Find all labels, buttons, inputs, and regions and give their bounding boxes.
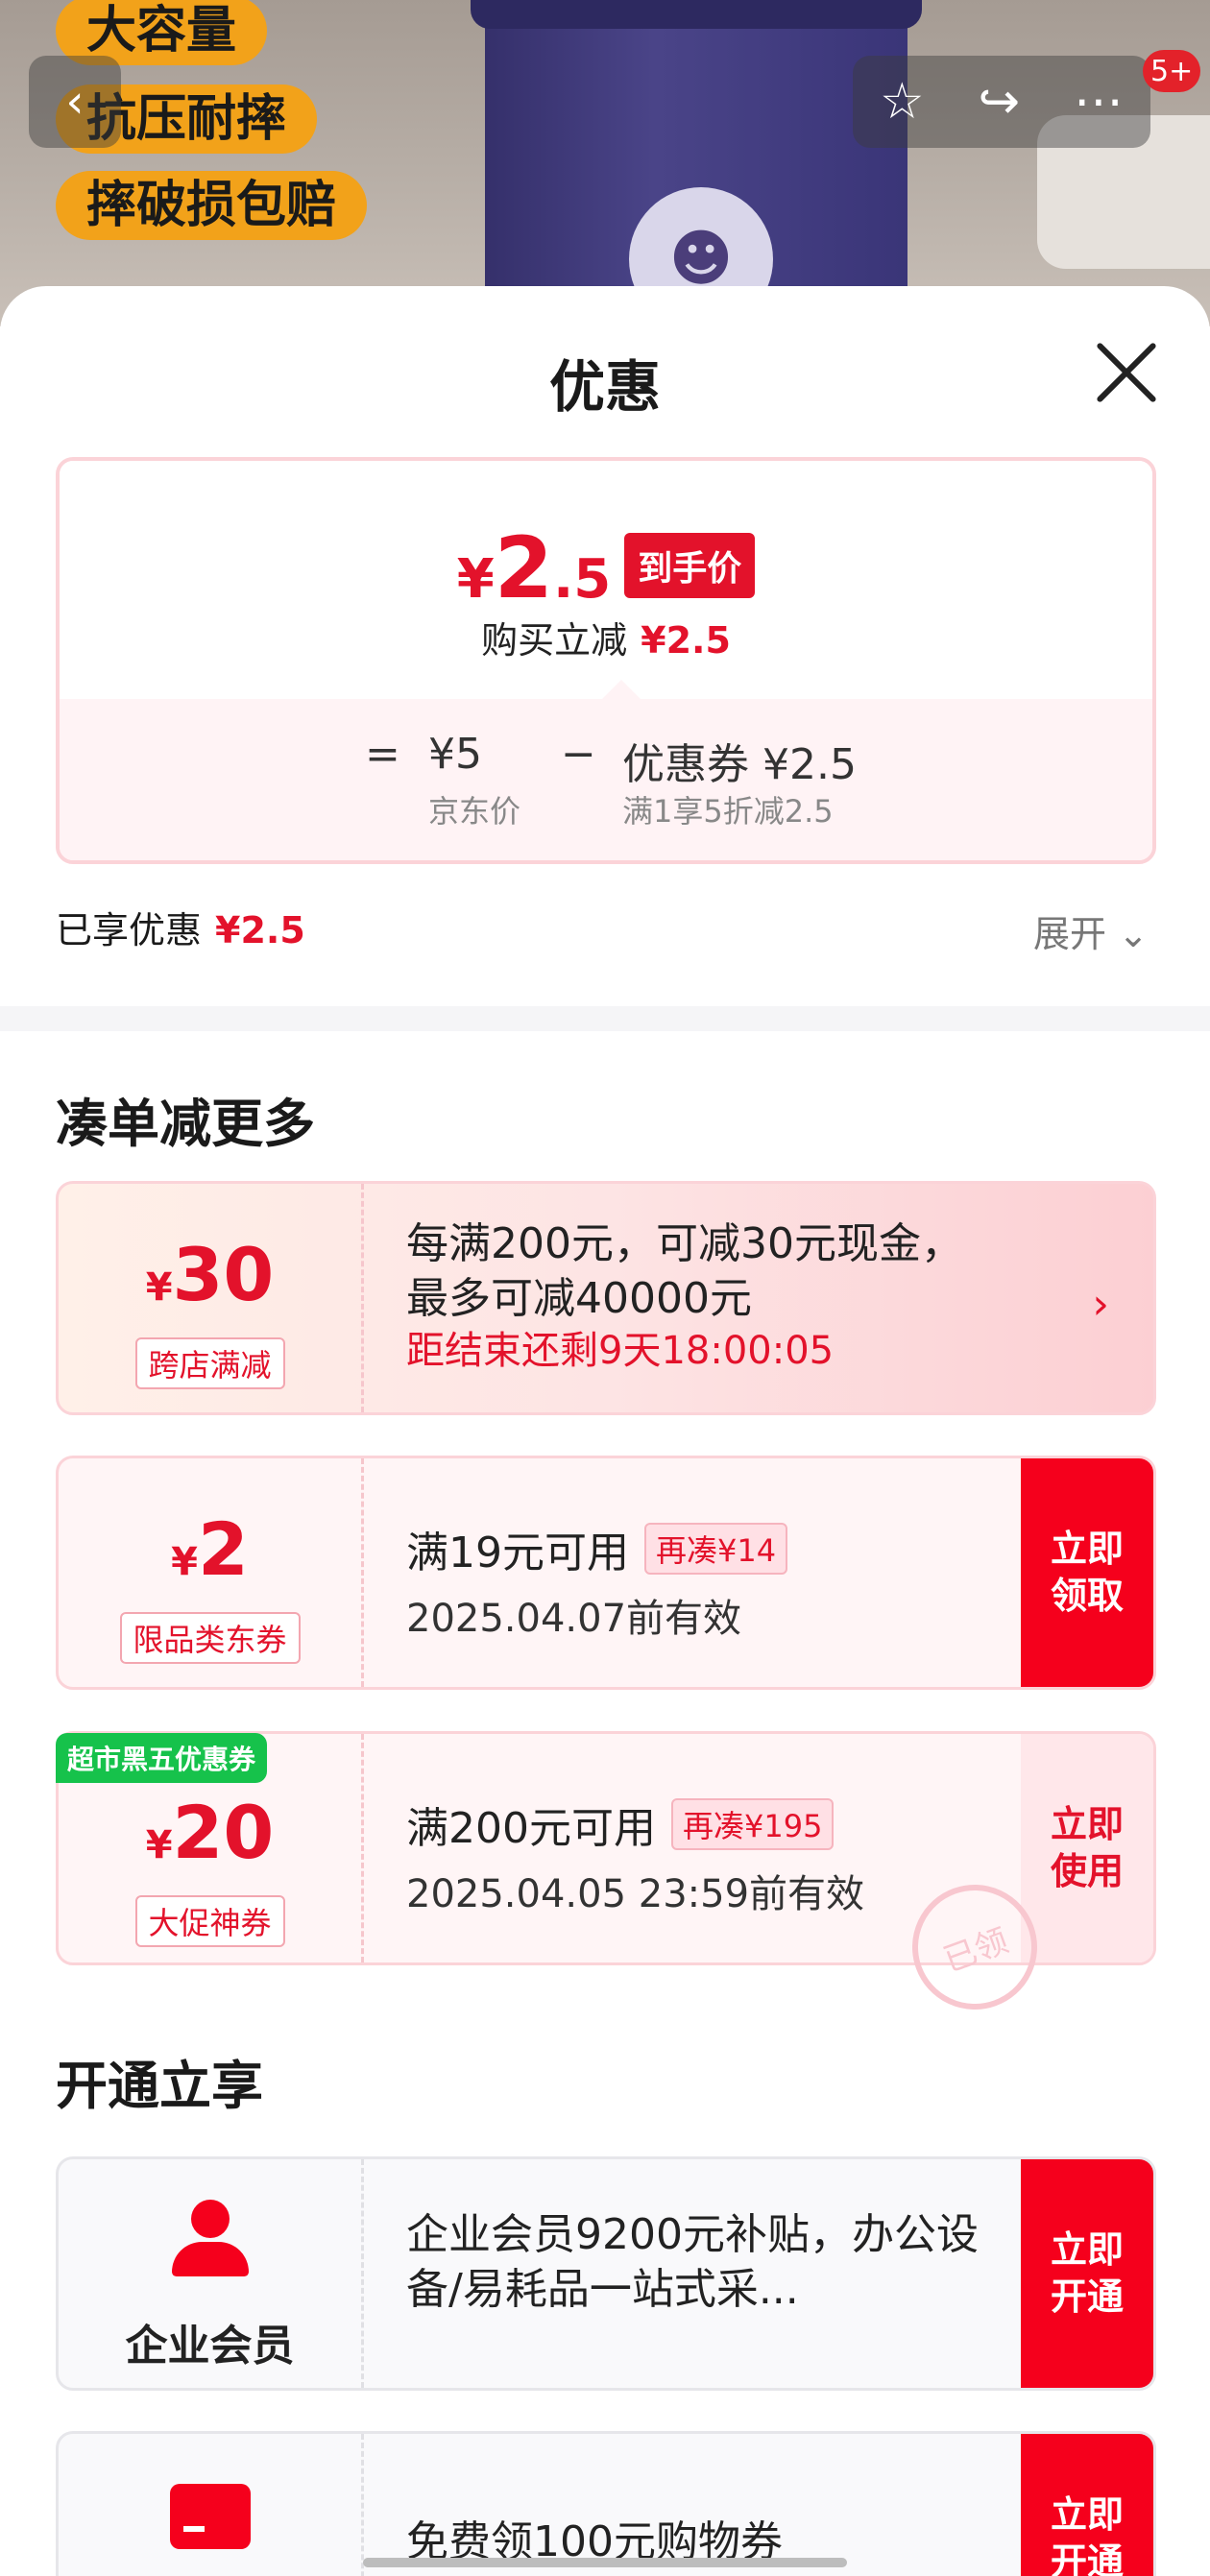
claim-button[interactable]: 立即领取 — [1021, 1458, 1153, 1687]
top-actions: ☆ ↪ ⋯ — [853, 56, 1150, 148]
promo-card-cross-store[interactable]: ¥30 跨店满减 每满200元，可减30元现金， 最多可减40000元 距结束还… — [56, 1181, 1156, 1415]
expand-button[interactable]: 展开 ⌄ — [1033, 904, 1149, 957]
countdown: 距结束还剩9天18:00:05 — [406, 1329, 835, 1374]
section-divider — [0, 1006, 1210, 1031]
equals-sign: = — [365, 730, 400, 779]
member-card: 企业会员 企业会员9200元补贴，办公设备/易耗品一站式采... 立即开通 — [56, 2156, 1156, 2391]
home-indicator — [363, 2558, 847, 2567]
feature-tag: 摔破损包赔 — [56, 171, 368, 240]
price-summary: ¥ 2 .5 到手价 购买立减 ¥2.5 = ¥5 京东价 − 优惠券 ¥2.5 … — [56, 457, 1156, 864]
more-icon[interactable]: ⋯ — [1074, 73, 1124, 131]
promo-type-label: 跨店满减 — [134, 1337, 285, 1389]
discount-sheet: 优惠 ¥ 2 .5 到手价 购买立减 ¥2.5 = ¥5 京东价 − 优惠券 ¥2… — [0, 286, 1210, 2576]
member-desc[interactable]: 企业会员9200元补贴，办公设备/易耗品一站式采... — [406, 2207, 980, 2317]
coupon-type-label: 限品类东券 — [119, 1612, 301, 1664]
chevron-right-icon: › — [1092, 1280, 1109, 1329]
hand-price-badge: 到手价 — [624, 533, 756, 598]
add-more-chip: 再凑¥195 — [670, 1798, 835, 1850]
enjoyed-discount: 已享优惠 ¥2.5 — [56, 909, 305, 951]
sheet-title: 优惠 — [548, 354, 661, 420]
back-button[interactable]: ‹ — [29, 56, 121, 148]
section-title-more: 凑单减更多 — [56, 1094, 315, 1154]
section-title-open: 开通立享 — [56, 2056, 263, 2116]
jd-price-label: 京东价 — [428, 793, 521, 830]
coupon-card-category: ¥2 限品类东券 满19元可用 再凑¥14 2025.04.07前有效 立即领取 — [56, 1456, 1156, 1690]
coupon-desc: 满1享5折减2.5 — [622, 793, 834, 830]
coupon-amount: 优惠券 ¥2.5 — [622, 740, 857, 789]
final-price: ¥ 2 .5 到手价 — [60, 518, 1152, 617]
event-tag: 超市黑五优惠券 — [56, 1733, 268, 1783]
chevron-left-icon: ‹ — [65, 75, 85, 129]
coupon-type-label: 大促神券 — [134, 1895, 285, 1947]
message-badge: 5+ — [1143, 50, 1201, 92]
instant-reduction: 购买立减 ¥2.5 — [481, 619, 731, 662]
open-coupon-button[interactable]: 立即开通 — [1021, 2434, 1153, 2576]
use-button[interactable]: 立即使用 — [1021, 1734, 1153, 1962]
jd-price: ¥5 — [428, 730, 482, 779]
open-member-button[interactable]: 立即开通 — [1021, 2159, 1153, 2388]
chevron-down-icon: ⌄ — [1118, 913, 1149, 955]
trash-bin-rim — [471, 0, 922, 29]
star-icon[interactable]: ☆ — [880, 73, 925, 131]
share-icon[interactable]: ↪ — [979, 73, 1021, 131]
shopping-coupon-card: 免费领100元购物券 立即开通 — [56, 2431, 1156, 2576]
close-icon[interactable] — [1093, 338, 1160, 405]
minus-sign: − — [561, 730, 596, 779]
add-more-chip: 再凑¥14 — [644, 1523, 788, 1575]
product-image: ☻ 大容量 抗压耐摔 摔破损包赔 — [0, 0, 1210, 326]
user-icon — [171, 2200, 249, 2276]
credit-card-icon — [169, 2484, 251, 2549]
